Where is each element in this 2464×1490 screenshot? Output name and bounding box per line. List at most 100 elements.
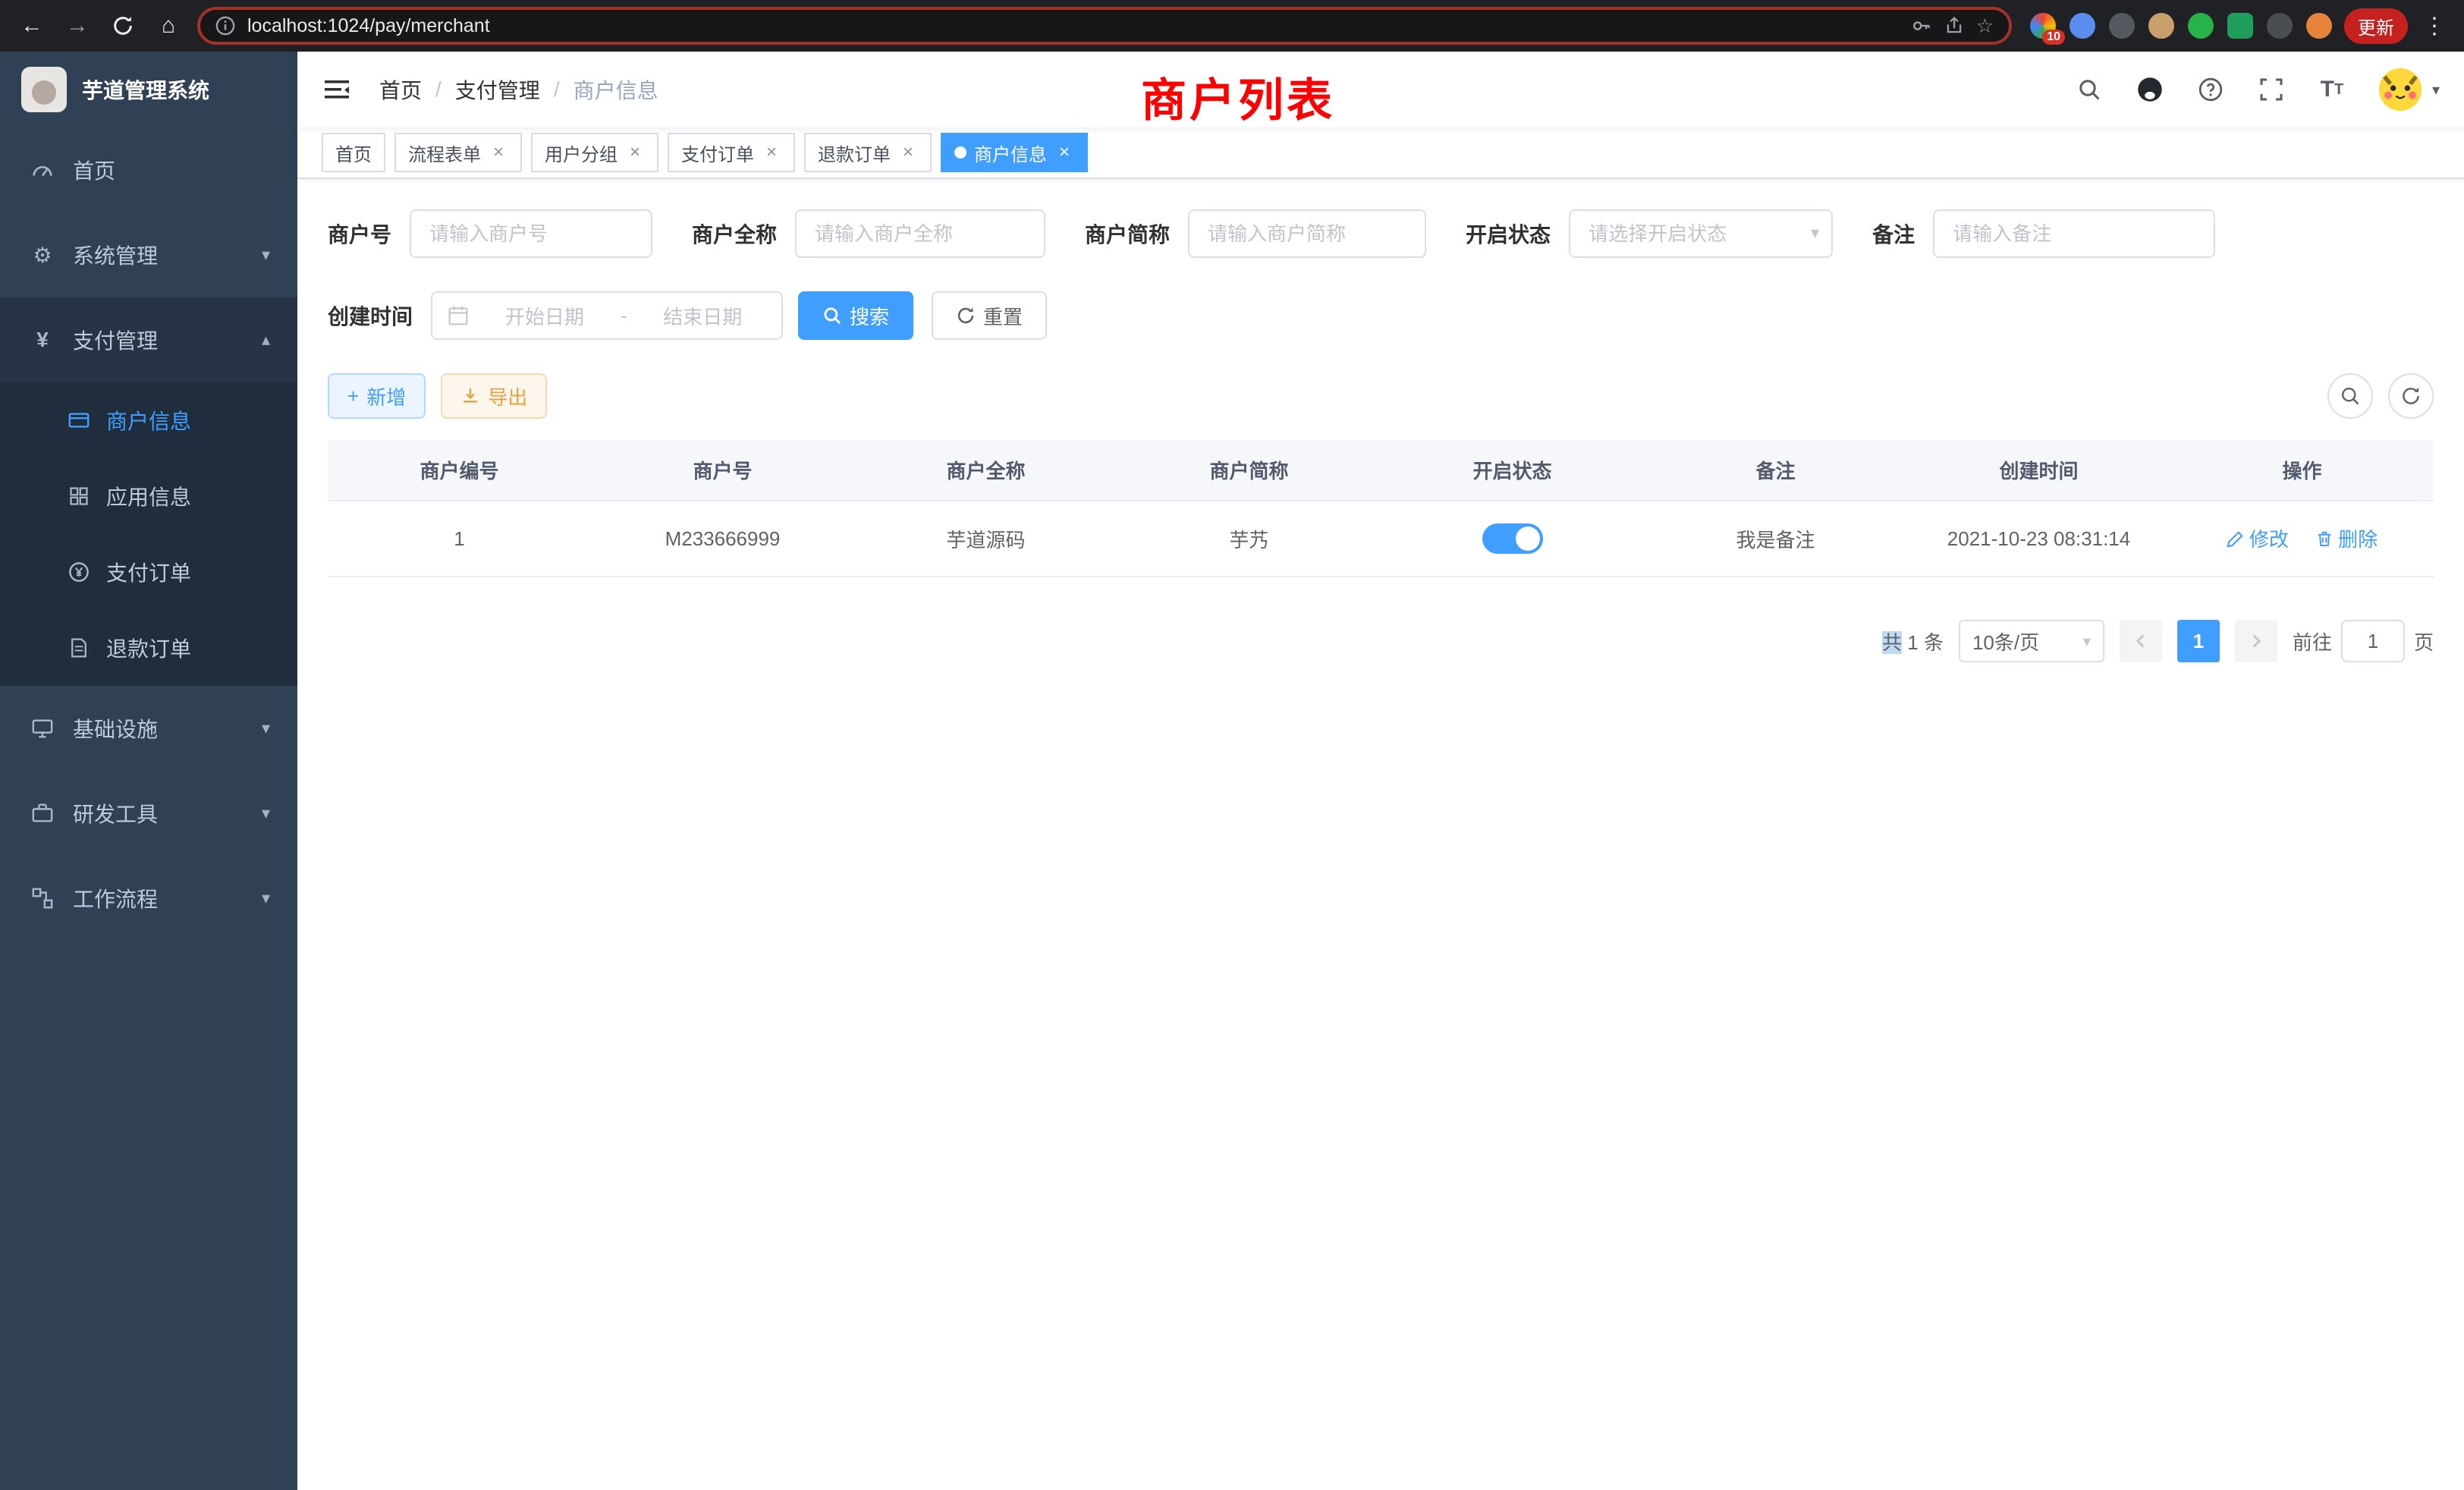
sidebar-item-label: 基础设施 xyxy=(73,713,158,743)
sidebar-item-pay[interactable]: ¥ 支付管理 ▴ xyxy=(0,297,297,382)
profile-avatar-icon[interactable] xyxy=(2306,13,2332,39)
extension-icon[interactable] xyxy=(2188,13,2214,39)
sidebar-item-label: 应用信息 xyxy=(106,481,191,511)
share-icon[interactable] xyxy=(1944,16,1964,36)
add-button[interactable]: + 新增 xyxy=(328,373,426,419)
cell-create-time: 2021-10-23 08:31:14 xyxy=(1907,501,2170,577)
content: 商户号 商户全称 商户简称 开启状态 xyxy=(297,179,2464,1490)
forward-icon[interactable]: → xyxy=(61,9,94,42)
merchant-name-input[interactable] xyxy=(795,209,1045,258)
filter-row-1: 商户号 商户全称 商户简称 开启状态 xyxy=(328,209,2434,258)
key-icon[interactable] xyxy=(1911,15,1932,36)
back-icon[interactable]: ← xyxy=(15,9,49,42)
fullscreen-icon[interactable] xyxy=(2256,74,2286,105)
hamburger-icon[interactable] xyxy=(322,73,355,106)
close-icon[interactable]: × xyxy=(625,142,645,163)
download-icon xyxy=(460,386,480,406)
refresh-icon xyxy=(956,306,976,325)
sidebar-item-dev-tools[interactable]: 研发工具 ▾ xyxy=(0,771,297,856)
page-size-select[interactable]: 10条/页 ▾ xyxy=(1959,620,2104,662)
active-dot xyxy=(954,146,966,159)
breadcrumb-separator: / xyxy=(435,77,442,102)
pagination-total: 共 1 条 xyxy=(1882,627,1944,655)
search-icon[interactable] xyxy=(2074,74,2104,105)
sidebar-item-pay-order[interactable]: 支付订单 xyxy=(0,534,297,610)
tab-refund-order[interactable]: 退款订单 × xyxy=(804,133,932,172)
sidebar-item-refund-order[interactable]: 退款订单 xyxy=(0,610,297,686)
extension-icon[interactable] xyxy=(2070,13,2095,39)
merchant-no-input[interactable] xyxy=(410,209,652,258)
tab-user-group[interactable]: 用户分组 × xyxy=(531,133,658,172)
browser-menu-icon[interactable]: ⋮ xyxy=(2420,13,2449,39)
chevron-down-icon: ▾ xyxy=(262,888,270,908)
goto-page-input[interactable] xyxy=(2341,620,2405,662)
remark-input[interactable] xyxy=(1933,209,2215,258)
extension-icon[interactable] xyxy=(2227,13,2253,39)
chevron-down-icon: ▾ xyxy=(262,803,270,823)
total-prefix: 共 xyxy=(1882,631,1902,654)
reset-button[interactable]: 重置 xyxy=(932,291,1047,340)
status-label: 开启状态 xyxy=(1466,218,1551,249)
tab-label: 支付订单 xyxy=(681,140,754,166)
tab-process-form[interactable]: 流程表单 × xyxy=(394,133,522,172)
export-button[interactable]: 导出 xyxy=(441,373,547,419)
refresh-table-button[interactable] xyxy=(2388,373,2434,419)
sidebar-logo[interactable]: 芋道管理系统 xyxy=(0,52,297,127)
end-date-placeholder: 结束日期 xyxy=(639,302,766,330)
chevron-right-icon xyxy=(2248,633,2264,649)
user-avatar[interactable]: ▾ xyxy=(2378,67,2440,112)
cell-merchant-no: M233666999 xyxy=(591,501,854,577)
extension-icon[interactable] xyxy=(2148,13,2174,39)
close-icon[interactable]: × xyxy=(762,142,781,163)
table-row: 1 M233666999 芋道源码 芋艿 我是备注 2021-10-23 08:… xyxy=(328,501,2434,577)
cell-short-name: 芋艿 xyxy=(1117,501,1381,577)
breadcrumb-pay[interactable]: 支付管理 xyxy=(455,74,540,105)
bookmark-star-icon[interactable]: ☆ xyxy=(1976,14,1994,38)
cell-remark: 我是备注 xyxy=(1644,501,1907,577)
url-text[interactable]: localhost:1024/pay/merchant xyxy=(247,15,1899,37)
close-icon[interactable]: × xyxy=(898,142,918,163)
delete-button[interactable]: 删除 xyxy=(2315,524,2378,552)
filter-row-2: 创建时间 开始日期 - 结束日期 搜索 xyxy=(328,291,2434,340)
sidebar-item-workflow[interactable]: 工作流程 ▾ xyxy=(0,856,297,941)
tab-merchant-info[interactable]: 商户信息 × xyxy=(941,133,1088,172)
browser-update-button[interactable]: 更新 xyxy=(2344,8,2408,44)
prev-page-button[interactable] xyxy=(2120,620,2162,662)
sidebar-item-merchant-info[interactable]: 商户信息 xyxy=(0,382,297,458)
sidebar-item-infra[interactable]: 基础设施 ▾ xyxy=(0,686,297,771)
grid-icon xyxy=(67,486,91,507)
refresh-icon xyxy=(2400,385,2422,407)
extension-icon[interactable]: 10 xyxy=(2030,13,2056,39)
tab-home[interactable]: 首页 xyxy=(322,133,385,172)
extension-icon[interactable] xyxy=(2109,13,2135,39)
merchant-short-input[interactable] xyxy=(1188,209,1426,258)
tab-label: 首页 xyxy=(335,140,372,166)
close-icon[interactable]: × xyxy=(489,142,508,163)
edit-button[interactable]: 修改 xyxy=(2227,524,2289,552)
info-icon[interactable] xyxy=(215,16,235,36)
reload-icon[interactable] xyxy=(106,9,140,42)
status-toggle[interactable] xyxy=(1482,523,1543,554)
search-button[interactable]: 搜索 xyxy=(798,291,913,340)
close-icon[interactable]: × xyxy=(1054,142,1074,163)
hide-search-button[interactable] xyxy=(2327,373,2373,419)
url-bar[interactable]: localhost:1024/pay/merchant ☆ xyxy=(197,7,2012,45)
help-icon[interactable] xyxy=(2195,74,2226,105)
font-size-icon[interactable]: TT xyxy=(2317,74,2347,105)
tab-pay-order[interactable]: 支付订单 × xyxy=(668,133,795,172)
create-time-range-picker[interactable]: 开始日期 - 结束日期 xyxy=(431,291,783,340)
sidebar-item-system[interactable]: ⚙ 系统管理 ▾ xyxy=(0,212,297,297)
sidebar-item-label: 退款订单 xyxy=(106,633,191,663)
plus-icon: + xyxy=(347,385,359,408)
home-icon[interactable]: ⌂ xyxy=(152,9,185,42)
next-page-button[interactable] xyxy=(2235,620,2277,662)
page-number-button[interactable]: 1 xyxy=(2177,620,2220,662)
status-select[interactable] xyxy=(1569,209,1833,258)
trash-icon xyxy=(2315,530,2334,548)
sidebar-item-app-info[interactable]: 应用信息 xyxy=(0,458,297,534)
breadcrumb-home[interactable]: 首页 xyxy=(379,74,422,105)
puzzle-icon[interactable] xyxy=(2267,13,2293,39)
col-remark: 备注 xyxy=(1644,440,1907,501)
sidebar-item-home[interactable]: 首页 xyxy=(0,127,297,212)
github-icon[interactable] xyxy=(2135,74,2165,105)
